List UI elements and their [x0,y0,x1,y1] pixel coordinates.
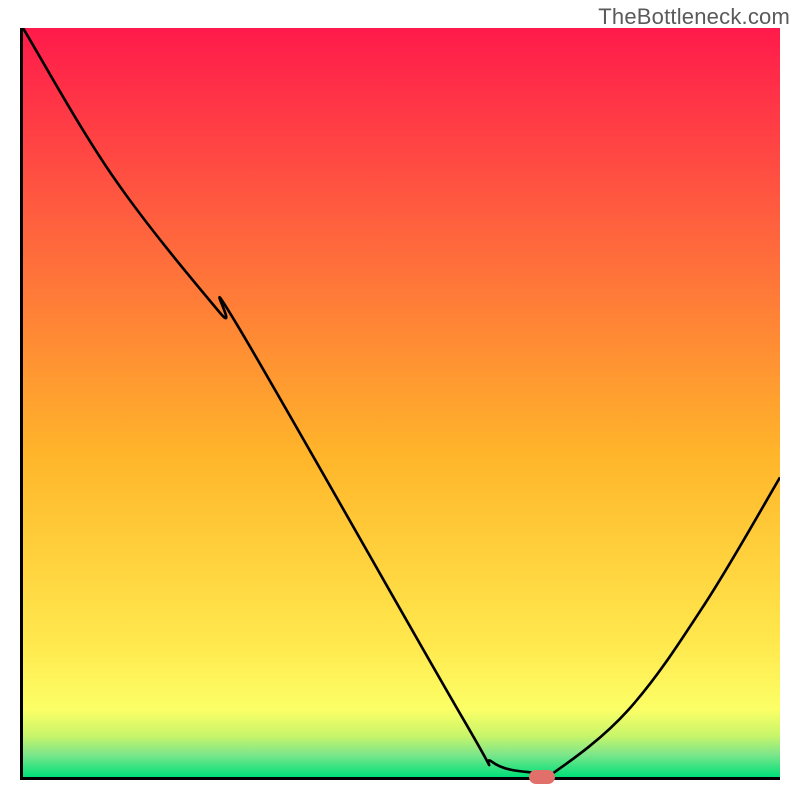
chart-plot-area [20,28,780,780]
chart-curve [23,28,780,777]
watermark-text: TheBottleneck.com [598,4,790,30]
chart-selected-marker [529,770,555,784]
